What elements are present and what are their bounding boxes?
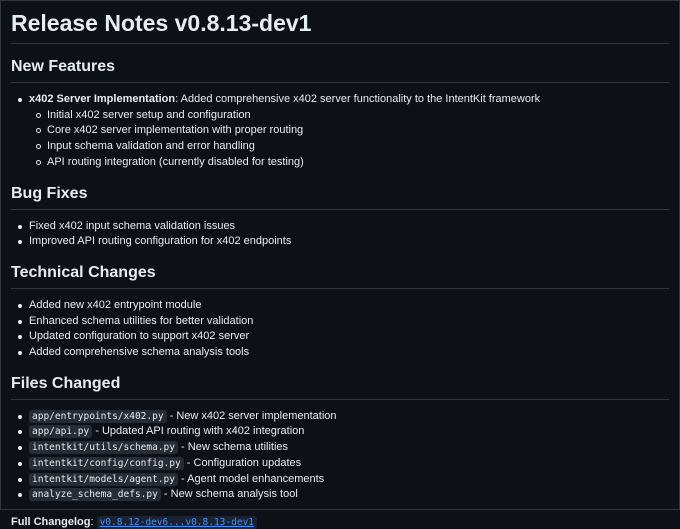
list-item: Added comprehensive schema analysis tool… bbox=[18, 345, 669, 361]
list-item: Updated configuration to support x402 se… bbox=[18, 329, 669, 345]
list-item: Improved API routing configuration for x… bbox=[18, 234, 669, 250]
list-item: intentkit/config/config.py - Configurati… bbox=[18, 456, 669, 472]
full-changelog: Full Changelog: v0.8.12-dev6...v0.8.13-d… bbox=[11, 515, 669, 529]
changelog-link[interactable]: v0.8.12-dev6...v0.8.13-dev1 bbox=[96, 515, 258, 529]
list-item: API routing integration (currently disab… bbox=[36, 155, 669, 171]
list-item: Input schema validation and error handli… bbox=[36, 139, 669, 155]
file-path: intentkit/utils/schema.py bbox=[29, 441, 178, 455]
list-item: Enhanced schema utilities for better val… bbox=[18, 314, 669, 330]
file-path: analyze_schema_defs.py bbox=[29, 488, 161, 502]
feature-sublist: Initial x402 server setup and configurat… bbox=[29, 108, 669, 171]
list-item: Initial x402 server setup and configurat… bbox=[36, 108, 669, 124]
file-description: - Configuration updates bbox=[183, 456, 302, 469]
list-item: x402 Server Implementation: Added compre… bbox=[18, 92, 669, 171]
bug-fixes-list: Fixed x402 input schema validation issue… bbox=[11, 219, 669, 250]
bug-fixes-heading: Bug Fixes bbox=[11, 184, 669, 210]
technical-changes-section: Technical Changes Added new x402 entrypo… bbox=[11, 263, 669, 361]
file-path: app/entrypoints/x402.py bbox=[29, 409, 167, 423]
files-changed-list: app/entrypoints/x402.py - New x402 serve… bbox=[11, 409, 669, 503]
file-path: intentkit/config/config.py bbox=[29, 456, 184, 470]
file-description: - New schema utilities bbox=[178, 441, 289, 454]
technical-changes-list: Added new x402 entrypoint module Enhance… bbox=[11, 298, 669, 361]
bug-fixes-section: Bug Fixes Fixed x402 input schema valida… bbox=[11, 184, 669, 250]
list-item: app/entrypoints/x402.py - New x402 serve… bbox=[18, 409, 669, 425]
files-changed-section: Files Changed app/entrypoints/x402.py - … bbox=[11, 374, 669, 503]
list-item: Fixed x402 input schema validation issue… bbox=[18, 219, 669, 235]
new-features-section: New Features x402 Server Implementation:… bbox=[11, 57, 669, 171]
file-path: app/api.py bbox=[29, 425, 93, 439]
list-item: Core x402 server implementation with pro… bbox=[36, 123, 669, 139]
list-item: intentkit/utils/schema.py - New schema u… bbox=[18, 440, 669, 456]
list-item: intentkit/models/agent.py - Agent model … bbox=[18, 472, 669, 488]
new-features-heading: New Features bbox=[11, 57, 669, 83]
changelog-label: Full Changelog bbox=[11, 515, 91, 528]
release-notes: Release Notes v0.8.13-dev1 New Features … bbox=[1, 1, 679, 529]
file-description: - New x402 server implementation bbox=[166, 409, 337, 422]
feature-description: : Added comprehensive x402 server functi… bbox=[175, 93, 541, 105]
changelog-colon: : bbox=[90, 515, 94, 528]
list-item: app/api.py - Updated API routing with x4… bbox=[18, 424, 669, 440]
file-description: - New schema analysis tool bbox=[160, 488, 298, 501]
list-item: analyze_schema_defs.py - New schema anal… bbox=[18, 487, 669, 503]
list-item: Added new x402 entrypoint module bbox=[18, 298, 669, 314]
technical-changes-heading: Technical Changes bbox=[11, 263, 669, 289]
file-description: - Agent model enhancements bbox=[178, 472, 325, 485]
file-path: intentkit/models/agent.py bbox=[29, 472, 178, 486]
new-features-list: x402 Server Implementation: Added compre… bbox=[11, 92, 669, 171]
feature-title: x402 Server Implementation bbox=[29, 93, 176, 105]
file-description: - Updated API routing with x402 integrat… bbox=[92, 425, 305, 438]
files-changed-heading: Files Changed bbox=[11, 374, 669, 400]
page-title: Release Notes v0.8.13-dev1 bbox=[11, 5, 669, 44]
